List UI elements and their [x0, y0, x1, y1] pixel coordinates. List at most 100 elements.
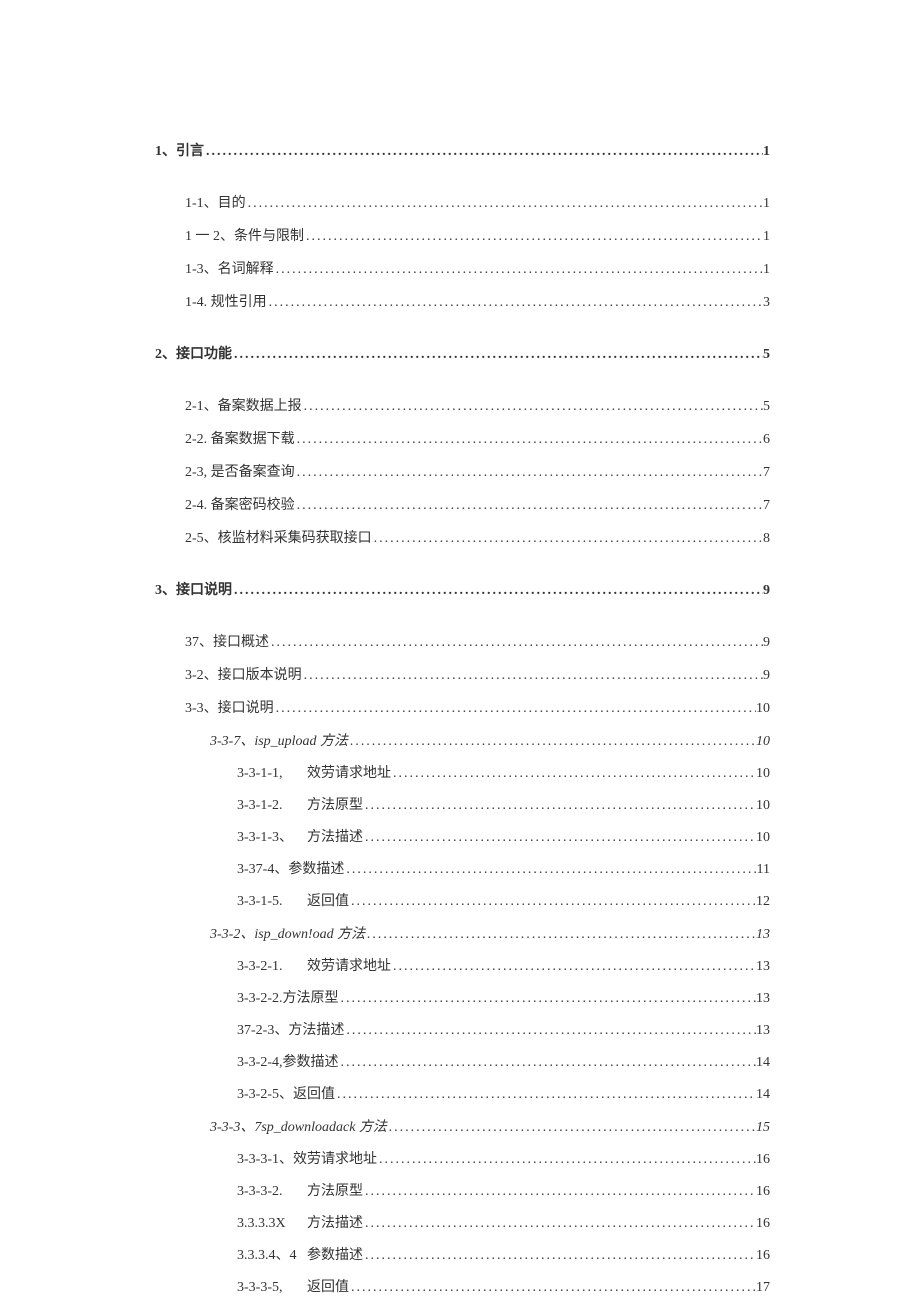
toc-entry: 3-3-2、isp_down!oad 方法13	[155, 923, 770, 943]
toc-leader-dots	[372, 531, 763, 547]
toc-entry: 1-1、目的1	[155, 192, 770, 212]
toc-label: 2-1、备案数据上报	[185, 395, 302, 415]
toc-page-number: 13	[756, 927, 770, 943]
toc-entry: 3-3、接口说明 10	[155, 697, 770, 717]
toc-entry: 1、引言 1	[155, 140, 770, 160]
toc-number: 3.3.3.4、4	[237, 1244, 307, 1264]
toc-page-number: 7	[763, 465, 770, 481]
toc-leader-dots	[377, 1152, 756, 1168]
toc-number: 3-3-3-5,	[237, 1280, 307, 1296]
toc-label: 3-2、接口版本说明	[185, 664, 302, 684]
toc-page-number: 5	[763, 399, 770, 415]
toc-label: 1、引言	[155, 140, 204, 160]
toc-text: 方法描述	[307, 830, 363, 845]
toc-entry: 1-4. 规性引用3	[155, 291, 770, 311]
toc-entry: 37、接口概述 9	[155, 631, 770, 651]
toc-text: 参数描述	[307, 1248, 363, 1263]
toc-label: 3-3、接口说明	[185, 697, 274, 717]
toc-page-number: 9	[763, 635, 770, 651]
toc-page-number: 5	[763, 347, 770, 363]
toc-entry: 3-2、接口版本说明 9	[155, 664, 770, 684]
toc-page-number: 10	[756, 701, 770, 717]
toc-leader-dots	[335, 1087, 756, 1103]
toc-leader-dots	[349, 1280, 756, 1296]
toc-leader-dots	[363, 798, 756, 814]
toc-page-number: 11	[757, 862, 770, 878]
toc-label: 3-3-3-1、效劳请求地址	[237, 1148, 377, 1168]
toc-page-number: 14	[756, 1055, 770, 1071]
toc-page-number: 12	[756, 894, 770, 910]
toc-page-number: 13	[756, 991, 770, 1007]
toc-entry: 1 一 2、条件与限制 1	[155, 225, 770, 245]
toc-entry: 2-4. 备案密码校验7	[155, 494, 770, 514]
toc-label: 3.3.3.3X方法描述	[237, 1212, 363, 1232]
toc-entry: 3-3-3-1、效劳请求地址 16	[155, 1148, 770, 1168]
toc-label: 3、接口说明	[155, 579, 232, 599]
toc-page-number: 16	[756, 1184, 770, 1200]
toc-label: 2-3, 是否备案查询	[185, 461, 295, 481]
toc-page-number: 13	[756, 959, 770, 975]
toc-label: 3-3-1-2.方法原型	[237, 794, 363, 814]
toc-number: 3.3.3.3X	[237, 1216, 307, 1232]
toc-entry: 3.3.3.4、4参数描述 16	[155, 1244, 770, 1264]
toc-number: 3-3-1-1,	[237, 766, 307, 782]
toc-leader-dots	[295, 498, 763, 514]
toc-leader-dots	[391, 766, 756, 782]
toc-page-number: 16	[756, 1216, 770, 1232]
toc-leader-dots	[365, 927, 756, 943]
toc-page-number: 13	[756, 1023, 770, 1039]
toc-label: 3-3-2-5、返回值	[237, 1083, 335, 1103]
toc-number: 3-3-1-5.	[237, 894, 307, 910]
toc-entry: 3-3-2-4,参数描述14	[155, 1051, 770, 1071]
toc-label: 3-3-2-2.方法原型	[237, 987, 339, 1007]
toc-container: 1、引言 1 1-1、目的1 1 一 2、条件与限制 1 1-3、名词解释1 1-4. 规性…	[155, 140, 770, 1296]
toc-page-number: 1	[763, 229, 770, 245]
toc-entry: 3-3-3、7sp_downloadack 方法15	[155, 1116, 770, 1136]
toc-entry: 3-3-1-1,效劳请求地址10	[155, 762, 770, 782]
toc-entry: 2-2. 备案数据下载 6	[155, 428, 770, 448]
toc-text: 效劳请求地址	[307, 959, 391, 974]
toc-page: 1、引言 1 1-1、目的1 1 一 2、条件与限制 1 1-3、名词解释1 1-4. 规性…	[0, 0, 920, 1301]
toc-leader-dots	[274, 262, 763, 278]
toc-entry: 3-3-1-2.方法原型 10	[155, 794, 770, 814]
toc-leader-dots	[302, 399, 763, 415]
toc-label: 3-3-1-3、方法描述	[237, 826, 363, 846]
toc-leader-dots	[344, 1023, 756, 1039]
toc-page-number: 1	[763, 144, 770, 160]
toc-leader-dots	[295, 465, 763, 481]
toc-entry: 2-3, 是否备案查询 7	[155, 461, 770, 481]
toc-page-number: 16	[756, 1152, 770, 1168]
toc-entry: 37-2-3、方法描述13	[155, 1019, 770, 1039]
toc-leader-dots	[339, 991, 757, 1007]
toc-number: 3-3-3-2.	[237, 1184, 307, 1200]
toc-label: 3.3.3.4、4参数描述	[237, 1244, 363, 1264]
toc-page-number: 6	[763, 432, 770, 448]
toc-entry: 3-3-1-3、方法描述 10	[155, 826, 770, 846]
toc-entry: 1-3、名词解释1	[155, 258, 770, 278]
toc-entry: 3-37-4、参数描述11	[155, 858, 770, 878]
toc-page-number: 16	[756, 1248, 770, 1264]
toc-entry: 2、接口功能5	[155, 343, 770, 363]
toc-label: 1-3、名词解释	[185, 258, 274, 278]
toc-text: 方法描述	[307, 1216, 363, 1231]
toc-number: 3-3-2-1.	[237, 959, 307, 975]
toc-text: 返回值	[307, 894, 349, 909]
toc-label: 37、接口概述	[185, 631, 269, 651]
toc-label: 3-3-3-5,返回值	[237, 1276, 349, 1296]
toc-entry: 3-3-3-5,返回值17	[155, 1276, 770, 1296]
toc-text: 方法原型	[307, 1184, 363, 1199]
toc-leader-dots	[232, 583, 763, 599]
toc-entry: 3-3-2-5、返回值14	[155, 1083, 770, 1103]
toc-number: 3-3-1-2.	[237, 798, 307, 814]
toc-entry: 3-3-1-5.返回值 12	[155, 890, 770, 910]
toc-label: 3-3-7、isp_upload 方法	[210, 730, 348, 750]
toc-page-number: 10	[756, 830, 770, 846]
toc-text: 方法原型	[307, 798, 363, 813]
toc-label: 2-2. 备案数据下载	[185, 428, 295, 448]
toc-label: 1 一 2、条件与限制	[185, 225, 304, 245]
toc-leader-dots	[274, 701, 756, 717]
toc-page-number: 10	[756, 798, 770, 814]
toc-page-number: 10	[756, 734, 770, 750]
toc-page-number: 9	[763, 668, 770, 684]
toc-leader-dots	[344, 862, 756, 878]
